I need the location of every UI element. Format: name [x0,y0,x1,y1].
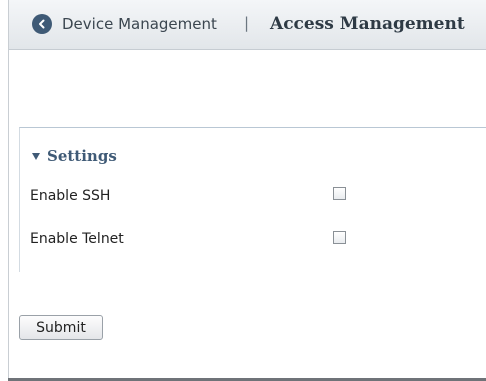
enable-telnet-label: Enable Telnet [30,231,124,247]
settings-panel: Settings Enable SSH Enable Telnet [19,127,486,272]
back-arrow-icon [37,19,47,29]
settings-toggle[interactable]: Settings [32,147,117,165]
page-title: Access Management [270,14,465,34]
back-button[interactable] [32,14,52,34]
caret-down-icon [32,152,40,160]
page-header: Device Management | Access Management [9,0,486,50]
enable-telnet-checkbox[interactable] [333,231,346,244]
enable-ssh-checkbox[interactable] [333,187,346,200]
breadcrumb-device-management[interactable]: Device Management [62,14,217,34]
breadcrumb-separator: | [244,14,250,32]
enable-ssh-label: Enable SSH [30,188,111,204]
settings-title: Settings [47,147,117,165]
submit-button[interactable]: Submit [19,315,103,340]
